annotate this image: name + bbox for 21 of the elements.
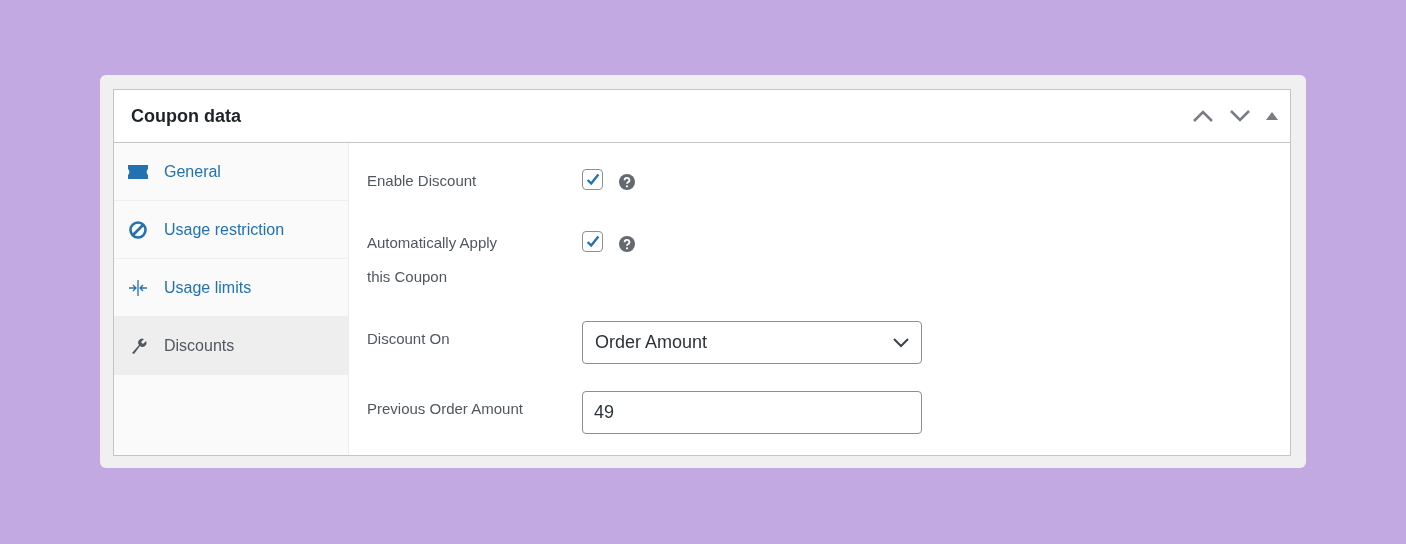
- sidebar-tab[interactable]: Usage restriction: [114, 201, 348, 259]
- help-icon[interactable]: [619, 173, 635, 190]
- field-label: Automatically Apply this Coupon: [367, 233, 499, 287]
- sidebar-tab[interactable]: General: [114, 143, 348, 201]
- checkbox[interactable]: [582, 169, 603, 190]
- input-field[interactable]: 49: [582, 391, 922, 434]
- help-icon[interactable]: [619, 235, 635, 252]
- field-label: Discount On: [367, 329, 451, 349]
- ticket-icon: [128, 162, 148, 181]
- sidebar-tab[interactable]: Discounts: [114, 317, 348, 375]
- arrows-inward-icon: [128, 278, 148, 297]
- select-dropdown[interactable]: Order Amount: [582, 321, 922, 364]
- move-up-icon[interactable]: [1192, 109, 1214, 123]
- checkbox[interactable]: [582, 231, 603, 252]
- field-label: Previous Order Amount: [367, 399, 524, 419]
- prohibited-icon: [128, 220, 148, 239]
- field-label: Enable Discount: [367, 171, 478, 191]
- chevron-down-icon: [893, 337, 909, 348]
- panel-title: Coupon data: [131, 105, 241, 127]
- move-down-icon[interactable]: [1229, 109, 1251, 123]
- collapse-icon[interactable]: [1266, 111, 1278, 121]
